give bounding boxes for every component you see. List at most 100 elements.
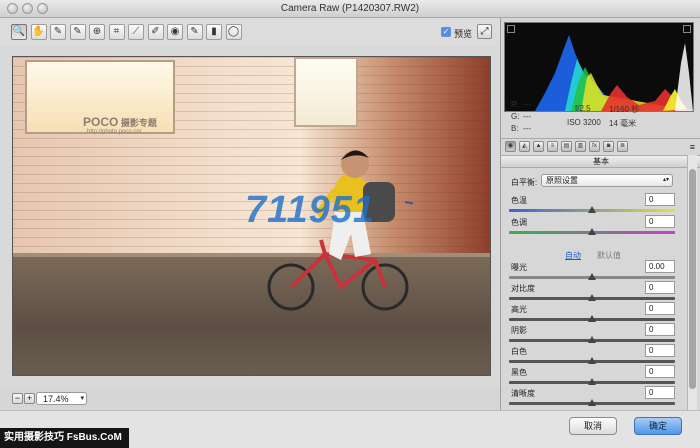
slider-label: 色调 (511, 218, 527, 227)
g-label: G: (511, 112, 520, 121)
shutter-value: 1/160 秒 (609, 105, 640, 114)
slider-label: 清晰度 (511, 389, 535, 398)
zoom-bar: − + 17.4% ▾ (0, 388, 500, 410)
white-balance-tool[interactable]: ✎ (50, 24, 66, 40)
adjustment-brush-tool[interactable]: ✎ (186, 24, 203, 40)
fullscreen-toggle-button[interactable]: ⤢ (477, 24, 492, 39)
slider-value-field[interactable]: 0 (645, 386, 675, 399)
panel-tab-1[interactable]: ◭ (519, 141, 530, 152)
slider-track[interactable] (509, 336, 675, 343)
slider-value-field[interactable]: 0 (645, 193, 675, 206)
slider-label: 曝光 (511, 263, 527, 272)
b-value: --- (523, 124, 531, 133)
basic-section-header: 基本 (501, 155, 700, 168)
panel-tab-0[interactable]: ◉ (505, 141, 516, 152)
auto-tone-link[interactable]: 自动 (565, 250, 581, 261)
slider-track[interactable] (509, 357, 675, 364)
slider-label: 白色 (511, 347, 527, 356)
cancel-button[interactable]: 取消 (569, 417, 617, 435)
slider-thumb[interactable] (588, 206, 596, 213)
slider-track[interactable] (509, 228, 675, 235)
slider-value-field[interactable]: 0.00 (645, 260, 675, 273)
slider-thumb[interactable] (588, 228, 596, 235)
slider-thumb[interactable] (588, 378, 596, 385)
targeted-adjustment-tool[interactable]: ⊕ (89, 24, 105, 40)
slider-thumb[interactable] (588, 273, 596, 280)
r-label: R: (511, 100, 519, 109)
slider-label: 阴影 (511, 326, 527, 335)
zoom-level-select[interactable]: 17.4% ▾ (36, 392, 87, 405)
slider-track[interactable] (509, 378, 675, 385)
zoom-level-value: 17.4% (43, 394, 69, 404)
photo-ground (13, 257, 490, 375)
slider-thumb[interactable] (588, 399, 596, 406)
tool-bar: 🔍 ✋ ✎ ✎ ⊕ ⌗ ⟋ ✐ ◉ ✎ ▮ ◯ (0, 18, 500, 46)
focal-length-value: 14 毫米 (609, 119, 637, 128)
zoom-in-button[interactable]: + (24, 393, 35, 404)
color-sampler-tool[interactable]: ✎ (69, 24, 86, 40)
image-preview[interactable]: POCO 摄影专题 http://photo.poco.cn/ 711951 (12, 56, 491, 376)
photo-window-right (294, 57, 358, 127)
slider-value-field[interactable]: 0 (645, 344, 675, 357)
slider-value-field[interactable]: 0 (645, 365, 675, 378)
window-title: Camera Raw (P1420307.RW2) (280, 3, 420, 14)
panel-tab-5[interactable]: ▥ (575, 141, 586, 152)
site-badge: 实用摄影技巧 FsBus.CoM (0, 428, 129, 448)
chevron-updown-icon: ▴▾ (662, 177, 669, 183)
slider-label: 高光 (511, 305, 527, 314)
slider-thumb[interactable] (588, 315, 596, 322)
r-value: --- (523, 100, 531, 109)
aperture-value: f/2.5 (575, 104, 591, 113)
slider-thumb[interactable] (588, 357, 596, 364)
panel-tab-4[interactable]: ▤ (561, 141, 572, 152)
slider-thumb[interactable] (588, 294, 596, 301)
panel-scrollbar[interactable] (687, 155, 697, 410)
chevron-down-icon: ▾ (80, 395, 84, 402)
b-label: B: (511, 124, 519, 133)
highlight-clipping-warning[interactable] (683, 25, 691, 33)
slider-track[interactable] (509, 273, 675, 280)
slider-value-field[interactable]: 0 (645, 323, 675, 336)
slider-track[interactable] (509, 294, 675, 301)
preview-checkbox[interactable]: ✓ (441, 27, 451, 37)
panel-tab-2[interactable]: ▲ (533, 141, 544, 152)
straighten-tool[interactable]: ⟋ (128, 24, 144, 40)
slider-value-field[interactable]: 0 (645, 302, 675, 315)
panel-tab-8[interactable]: ≣ (617, 141, 628, 152)
zoom-tool[interactable]: 🔍 (11, 24, 27, 40)
red-eye-tool[interactable]: ◉ (167, 24, 183, 40)
iso-value: ISO 3200 (567, 118, 601, 127)
exif-readout: R: --- G: --- B: --- f/2.5 1/160 秒 ISO 3… (501, 98, 700, 138)
slider-thumb[interactable] (588, 336, 596, 343)
hand-tool[interactable]: ✋ (30, 24, 47, 40)
poco-watermark: POCO 摄影专题 (83, 115, 157, 129)
slider-track[interactable] (509, 315, 675, 322)
default-tone-link[interactable]: 默认值 (597, 250, 621, 261)
slider-value-field[interactable]: 0 (645, 281, 675, 294)
shadow-clipping-warning[interactable] (507, 25, 515, 33)
white-balance-select[interactable]: 原照设置 ▴▾ (541, 174, 673, 187)
slider-label: 对比度 (511, 284, 535, 293)
panel-tabs: ≡ ◉ ◭ ▲ ≡ ▤ ▥ fx ◙ ≣ (501, 138, 700, 154)
panel-menu-icon[interactable]: ≡ (690, 142, 695, 152)
white-balance-value: 原照设置 (546, 176, 578, 185)
radial-filter-tool[interactable]: ◯ (225, 24, 242, 40)
spot-removal-tool[interactable]: ✐ (147, 24, 164, 40)
panel-tab-7[interactable]: ◙ (603, 141, 614, 152)
ok-button[interactable]: 确定 (634, 417, 682, 435)
white-balance-label: 白平衡: (511, 178, 538, 187)
title-bar: Camera Raw (P1420307.RW2) (0, 0, 700, 18)
poco-watermark-url: http://photo.poco.cn/ (87, 129, 142, 135)
zoom-out-button[interactable]: − (12, 393, 23, 404)
adjustments-panel: R: --- G: --- B: --- f/2.5 1/160 秒 ISO 3… (500, 18, 700, 410)
slider-label: 色温 (511, 196, 527, 205)
slider-track[interactable] (509, 399, 675, 406)
g-value: --- (523, 112, 531, 121)
slider-value-field[interactable]: 0 (645, 215, 675, 228)
panel-tab-6[interactable]: fx (589, 141, 600, 152)
crop-tool[interactable]: ⌗ (108, 24, 125, 40)
graduated-filter-tool[interactable]: ▮ (206, 24, 222, 40)
slider-track[interactable] (509, 206, 675, 213)
panel-scrollbar-thumb[interactable] (689, 169, 696, 389)
panel-tab-3[interactable]: ≡ (547, 141, 558, 152)
